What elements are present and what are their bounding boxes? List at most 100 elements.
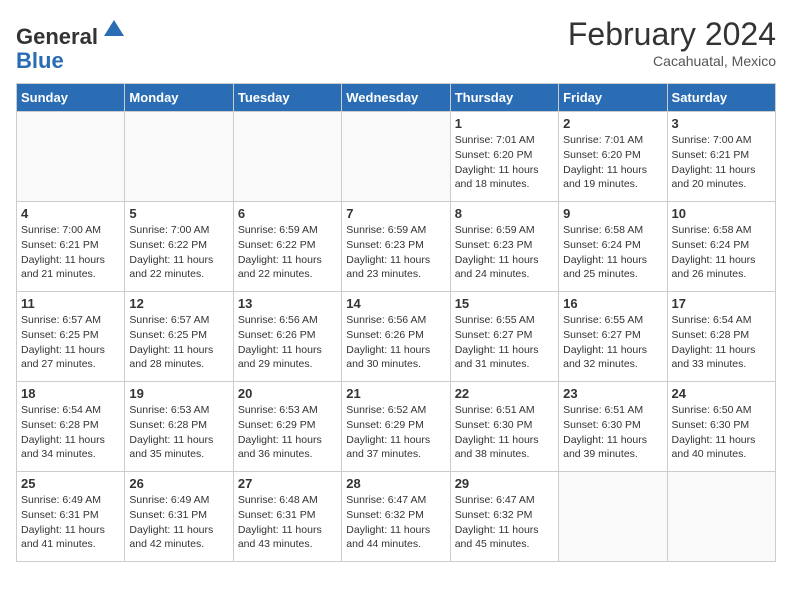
day-number: 24 <box>672 386 771 401</box>
day-number: 9 <box>563 206 662 221</box>
day-number: 3 <box>672 116 771 131</box>
day-info: Sunrise: 7:01 AMSunset: 6:20 PMDaylight:… <box>455 133 554 192</box>
day-info: Sunrise: 6:56 AMSunset: 6:26 PMDaylight:… <box>346 313 445 372</box>
day-number: 1 <box>455 116 554 131</box>
day-info: Sunrise: 7:00 AMSunset: 6:21 PMDaylight:… <box>672 133 771 192</box>
calendar-cell: 24Sunrise: 6:50 AMSunset: 6:30 PMDayligh… <box>667 382 775 472</box>
calendar-cell <box>17 112 125 202</box>
week-row-4: 18Sunrise: 6:54 AMSunset: 6:28 PMDayligh… <box>17 382 776 472</box>
day-number: 15 <box>455 296 554 311</box>
calendar-cell <box>233 112 341 202</box>
calendar-cell: 1 Sunrise: 7:01 AMSunset: 6:20 PMDaylight… <box>450 112 558 202</box>
dow-header-tuesday: Tuesday <box>233 84 341 112</box>
calendar-cell: 26 Sunrise: 6:49 AMSunset: 6:31 PMDayligh… <box>125 472 233 562</box>
calendar-cell: 6 Sunrise: 6:59 AMSunset: 6:22 PMDaylight… <box>233 202 341 292</box>
calendar-cell: 29 Sunrise: 6:47 AMSunset: 6:32 PMDayligh… <box>450 472 558 562</box>
day-number: 28 <box>346 476 445 491</box>
calendar-cell: 7Sunrise: 6:59 AMSunset: 6:23 PMDaylight… <box>342 202 450 292</box>
day-number: 12 <box>129 296 228 311</box>
title-block: February 2024 Cacahuatal, Mexico <box>568 16 776 69</box>
calendar-cell: 8 Sunrise: 6:59 AMSunset: 6:23 PMDaylight… <box>450 202 558 292</box>
calendar-cell: 12Sunrise: 6:57 AMSunset: 6:25 PMDayligh… <box>125 292 233 382</box>
day-info: Sunrise: 6:56 AMSunset: 6:26 PMDaylight:… <box>238 313 337 372</box>
calendar-cell: 15 Sunrise: 6:55 AMSunset: 6:27 PMDayligh… <box>450 292 558 382</box>
calendar-cell: 2 Sunrise: 7:01 AMSunset: 6:20 PMDaylight… <box>559 112 667 202</box>
dow-header-sunday: Sunday <box>17 84 125 112</box>
calendar-cell: 28 Sunrise: 6:47 AMSunset: 6:32 PMDayligh… <box>342 472 450 562</box>
day-info: Sunrise: 6:47 AMSunset: 6:32 PMDaylight:… <box>346 493 445 552</box>
day-info: Sunrise: 6:51 AMSunset: 6:30 PMDaylight:… <box>563 403 662 462</box>
day-number: 4 <box>21 206 120 221</box>
logo-blue-text: Blue <box>16 48 64 73</box>
day-info: Sunrise: 6:48 AMSunset: 6:31 PMDaylight:… <box>238 493 337 552</box>
day-info: Sunrise: 6:49 AMSunset: 6:31 PMDaylight:… <box>129 493 228 552</box>
calendar-cell: 14 Sunrise: 6:56 AMSunset: 6:26 PMDayligh… <box>342 292 450 382</box>
day-info: Sunrise: 7:00 AMSunset: 6:22 PMDaylight:… <box>129 223 228 282</box>
calendar-cell: 23 Sunrise: 6:51 AMSunset: 6:30 PMDayligh… <box>559 382 667 472</box>
dow-header-thursday: Thursday <box>450 84 558 112</box>
calendar-table: SundayMondayTuesdayWednesdayThursdayFrid… <box>16 83 776 562</box>
calendar-cell: 11 Sunrise: 6:57 AMSunset: 6:25 PMDayligh… <box>17 292 125 382</box>
day-info: Sunrise: 6:59 AMSunset: 6:23 PMDaylight:… <box>346 223 445 282</box>
calendar-cell <box>667 472 775 562</box>
calendar-cell: 27 Sunrise: 6:48 AMSunset: 6:31 PMDayligh… <box>233 472 341 562</box>
calendar-cell: 13 Sunrise: 6:56 AMSunset: 6:26 PMDayligh… <box>233 292 341 382</box>
day-number: 23 <box>563 386 662 401</box>
day-number: 2 <box>563 116 662 131</box>
day-number: 21 <box>346 386 445 401</box>
page-header: General Blue February 2024 Cacahuatal, M… <box>16 16 776 73</box>
day-number: 8 <box>455 206 554 221</box>
day-info: Sunrise: 6:51 AMSunset: 6:30 PMDaylight:… <box>455 403 554 462</box>
calendar-cell: 5 Sunrise: 7:00 AMSunset: 6:22 PMDaylight… <box>125 202 233 292</box>
calendar-cell: 25Sunrise: 6:49 AMSunset: 6:31 PMDayligh… <box>17 472 125 562</box>
calendar-cell: 10Sunrise: 6:58 AMSunset: 6:24 PMDayligh… <box>667 202 775 292</box>
day-info: Sunrise: 7:00 AMSunset: 6:21 PMDaylight:… <box>21 223 120 282</box>
calendar-cell: 22Sunrise: 6:51 AMSunset: 6:30 PMDayligh… <box>450 382 558 472</box>
logo: General Blue <box>16 16 128 73</box>
week-row-3: 11 Sunrise: 6:57 AMSunset: 6:25 PMDayligh… <box>17 292 776 382</box>
dow-header-friday: Friday <box>559 84 667 112</box>
day-number: 13 <box>238 296 337 311</box>
day-number: 5 <box>129 206 228 221</box>
day-info: Sunrise: 6:59 AMSunset: 6:22 PMDaylight:… <box>238 223 337 282</box>
day-info: Sunrise: 6:52 AMSunset: 6:29 PMDaylight:… <box>346 403 445 462</box>
day-number: 27 <box>238 476 337 491</box>
calendar-body: 1 Sunrise: 7:01 AMSunset: 6:20 PMDaylight… <box>17 112 776 562</box>
day-info: Sunrise: 6:58 AMSunset: 6:24 PMDaylight:… <box>563 223 662 282</box>
logo-icon <box>100 16 128 44</box>
day-number: 16 <box>563 296 662 311</box>
calendar-cell: 4 Sunrise: 7:00 AMSunset: 6:21 PMDaylight… <box>17 202 125 292</box>
day-number: 25 <box>21 476 120 491</box>
day-info: Sunrise: 6:57 AMSunset: 6:25 PMDaylight:… <box>21 313 120 372</box>
day-info: Sunrise: 7:01 AMSunset: 6:20 PMDaylight:… <box>563 133 662 192</box>
calendar-cell: 17Sunrise: 6:54 AMSunset: 6:28 PMDayligh… <box>667 292 775 382</box>
calendar-cell <box>125 112 233 202</box>
day-number: 14 <box>346 296 445 311</box>
calendar-cell: 20 Sunrise: 6:53 AMSunset: 6:29 PMDayligh… <box>233 382 341 472</box>
month-title: February 2024 <box>568 16 776 53</box>
logo-general-text: General <box>16 24 98 49</box>
week-row-5: 25 Sunrise: 6:49 AMSunset: 6:31 PMDayligh… <box>17 472 776 562</box>
day-number: 20 <box>238 386 337 401</box>
day-number: 29 <box>455 476 554 491</box>
day-info: Sunrise: 6:55 AMSunset: 6:27 PMDaylight:… <box>455 313 554 372</box>
day-number: 19 <box>129 386 228 401</box>
day-info: Sunrise: 6:53 AMSunset: 6:29 PMDaylight:… <box>238 403 337 462</box>
day-info: Sunrise: 6:59 AMSunset: 6:23 PMDaylight:… <box>455 223 554 282</box>
calendar-cell: 21 Sunrise: 6:52 AMSunset: 6:29 PMDayligh… <box>342 382 450 472</box>
day-info: Sunrise: 6:54 AMSunset: 6:28 PMDaylight:… <box>21 403 120 462</box>
calendar-cell: 16Sunrise: 6:55 AMSunset: 6:27 PMDayligh… <box>559 292 667 382</box>
location: Cacahuatal, Mexico <box>568 53 776 69</box>
day-info: Sunrise: 6:47 AMSunset: 6:32 PMDaylight:… <box>455 493 554 552</box>
calendar-cell: 19 Sunrise: 6:53 AMSunset: 6:28 PMDayligh… <box>125 382 233 472</box>
dow-header-wednesday: Wednesday <box>342 84 450 112</box>
dow-header-monday: Monday <box>125 84 233 112</box>
day-number: 11 <box>21 296 120 311</box>
day-number: 10 <box>672 206 771 221</box>
calendar-cell: 3 Sunrise: 7:00 AMSunset: 6:21 PMDaylight… <box>667 112 775 202</box>
day-number: 26 <box>129 476 228 491</box>
day-info: Sunrise: 6:53 AMSunset: 6:28 PMDaylight:… <box>129 403 228 462</box>
day-number: 6 <box>238 206 337 221</box>
calendar-cell <box>342 112 450 202</box>
day-info: Sunrise: 6:54 AMSunset: 6:28 PMDaylight:… <box>672 313 771 372</box>
